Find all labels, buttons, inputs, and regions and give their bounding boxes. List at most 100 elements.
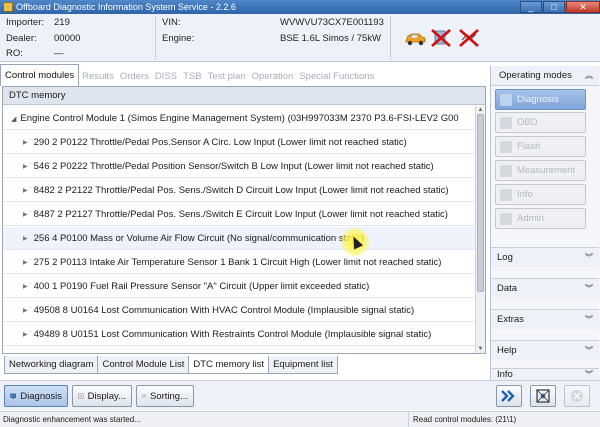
section-info-label: Info (497, 369, 513, 380)
chevron-down-icon[interactable]: ︾ (585, 345, 593, 356)
mode-diagnosis[interactable]: Diagnosis (495, 89, 586, 110)
dtc-row[interactable]: ▶ 8487 2 P2127 Throttle/Pedal Pos. Sens.… (3, 203, 475, 226)
dtc-row[interactable]: ▶ 290 2 P0122 Throttle/Pedal Pos.Sensor … (3, 131, 475, 154)
display-button-label: Display... (87, 390, 126, 402)
section-data[interactable]: Data ︾ (491, 278, 599, 298)
sorting-button[interactable]: Sorting... (136, 385, 194, 407)
section-log[interactable]: Log ︾ (491, 247, 599, 267)
tab-control-module-list[interactable]: Control Module List (97, 356, 190, 374)
tab-results[interactable]: Results (79, 66, 117, 86)
display-button[interactable]: Display... (72, 385, 132, 407)
vin-row: VIN: WVWVU73CX7E001193 (162, 17, 384, 28)
mode-obd-label: OBD (517, 117, 538, 128)
action-bar: Diagnosis Display... Sorting... (0, 380, 600, 410)
minimize-button[interactable]: _ (520, 1, 542, 13)
network-button[interactable] (530, 385, 556, 407)
expand-triangle-icon[interactable]: ▶ (23, 139, 28, 146)
dtc-row[interactable]: ▶ 49489 8 U0151 Lost Communication With … (3, 323, 475, 346)
connection-disconnected-icon[interactable] (458, 28, 480, 48)
network-icon (536, 389, 550, 403)
status-message: Diagnostic enhancement was started... (3, 415, 141, 424)
car-icon[interactable] (404, 28, 426, 48)
measurement-mode-icon (500, 164, 512, 177)
scroll-up-icon[interactable]: ▲ (476, 106, 485, 114)
mode-info-label: Info (517, 189, 533, 200)
tab-control-modules[interactable]: Control modules (0, 64, 80, 86)
tab-special-functions[interactable]: Special Functions (296, 66, 377, 86)
mode-admin[interactable]: Admin (495, 208, 586, 229)
sorting-button-label: Sorting... (149, 390, 188, 402)
mode-info[interactable]: Info (495, 184, 586, 205)
section-info[interactable]: Info ︾ (491, 368, 599, 380)
tab-equipment-list[interactable]: Equipment list (268, 356, 338, 374)
section-help-label: Help (497, 345, 517, 356)
collapse-triangle-icon[interactable]: ◢ (11, 115, 16, 123)
dtc-text: 8482 2 P2122 Throttle/Pedal Pos. Sens./S… (33, 184, 449, 196)
ecu-tree-row[interactable]: ◢ Engine Control Module 1 (Simos Engine … (3, 108, 475, 130)
section-help[interactable]: Help ︾ (491, 340, 599, 360)
diagnosis-mode-icon (500, 93, 512, 106)
dtc-row[interactable]: ▶ 275 2 P0113 Intake Air Temperature Sen… (3, 251, 475, 274)
forward-button[interactable] (496, 385, 522, 407)
chevron-down-icon[interactable]: ︾ (585, 369, 593, 380)
maximize-button[interactable]: □ (543, 1, 565, 13)
dtc-text: 8487 2 P2127 Throttle/Pedal Pos. Sens./S… (33, 208, 448, 220)
dtc-row-hovered[interactable]: ▶ 256 4 P0100 Mass or Volume Air Flow Ci… (3, 227, 475, 250)
mode-obd[interactable]: OBD (495, 112, 586, 133)
expand-triangle-icon[interactable]: ▶ (23, 163, 28, 170)
mode-diagnosis-label: Diagnosis (517, 94, 559, 105)
expand-triangle-icon[interactable]: ▶ (23, 259, 28, 266)
section-extras[interactable]: Extras ︾ (491, 309, 599, 329)
scrollbar-thumb[interactable] (477, 114, 484, 292)
section-log-label: Log (497, 252, 513, 263)
cancel-icon (571, 390, 583, 402)
operating-modes-header[interactable]: Operating modes ︽ (491, 66, 599, 86)
dtc-row[interactable]: ▶ 8482 2 P2122 Throttle/Pedal Pos. Sens.… (3, 179, 475, 202)
view-tabs: Networking diagram Control Module List D… (4, 356, 338, 374)
header-divider-2 (390, 16, 391, 60)
close-button[interactable]: ✕ (566, 1, 600, 13)
engine-row: Engine: BSE 1.6L Simos / 75kW (162, 33, 381, 44)
section-data-label: Data (497, 283, 518, 294)
tab-dtc-memory-list[interactable]: DTC memory list (188, 356, 270, 374)
importer-row: Importer: 219 (6, 17, 70, 28)
dtc-row[interactable]: ▶ 49508 8 U0164 Lost Communication With … (3, 299, 475, 322)
expand-triangle-icon[interactable]: ▶ (23, 235, 28, 242)
operating-modes-label: Operating modes (499, 70, 572, 81)
window-title: Offboard Diagnostic Information System S… (16, 2, 236, 12)
tab-networking-diagram[interactable]: Networking diagram (4, 356, 99, 374)
cancel-button[interactable] (564, 385, 590, 407)
dtc-memory-panel: DTC memory ◢ Engine Control Module 1 (Si… (2, 86, 486, 354)
diagnostic-disconnected-icon[interactable] (430, 28, 452, 48)
tab-tsb[interactable]: TSB (180, 66, 204, 86)
tab-test-plan[interactable]: Test plan (205, 66, 249, 86)
mode-measurement[interactable]: Measurement (495, 160, 586, 181)
dtc-scrollbar[interactable]: ▲ ▼ (475, 106, 485, 353)
chevron-up-icon[interactable]: ︽ (585, 70, 593, 81)
obd-mode-icon (500, 116, 512, 129)
dtc-text: 400 1 P0190 Fuel Rail Pressure Sensor "A… (33, 280, 370, 292)
header-divider (155, 16, 156, 60)
expand-triangle-icon[interactable]: ▶ (23, 211, 28, 218)
expand-triangle-icon[interactable]: ▶ (23, 331, 28, 338)
expand-triangle-icon[interactable]: ▶ (23, 187, 28, 194)
double-chevron-right-icon (501, 390, 515, 402)
dtc-text: 49508 8 U0164 Lost Communication With HV… (33, 304, 415, 316)
expand-triangle-icon[interactable]: ▶ (23, 307, 28, 314)
tab-diss[interactable]: DISS (152, 66, 180, 86)
tab-orders[interactable]: Orders (117, 66, 152, 86)
scroll-down-icon[interactable]: ▼ (476, 345, 485, 353)
mode-flash[interactable]: Flash (495, 136, 586, 157)
flash-mode-icon (500, 140, 512, 153)
chevron-down-icon[interactable]: ︾ (585, 283, 593, 294)
title-bar: Offboard Diagnostic Information System S… (0, 0, 600, 14)
expand-triangle-icon[interactable]: ▶ (23, 283, 28, 290)
dtc-row[interactable]: ▶ 400 1 P0190 Fuel Rail Pressure Sensor … (3, 275, 475, 298)
dtc-row[interactable]: ▶ 546 2 P0222 Throttle/Pedal Position Se… (3, 155, 475, 178)
dealer-value: 00000 (54, 33, 81, 44)
chevron-down-icon[interactable]: ︾ (585, 314, 593, 325)
app-icon (3, 2, 13, 12)
chevron-down-icon[interactable]: ︾ (585, 252, 593, 263)
tab-operation[interactable]: Operation (249, 66, 297, 86)
diagnosis-button[interactable]: Diagnosis (4, 385, 68, 407)
